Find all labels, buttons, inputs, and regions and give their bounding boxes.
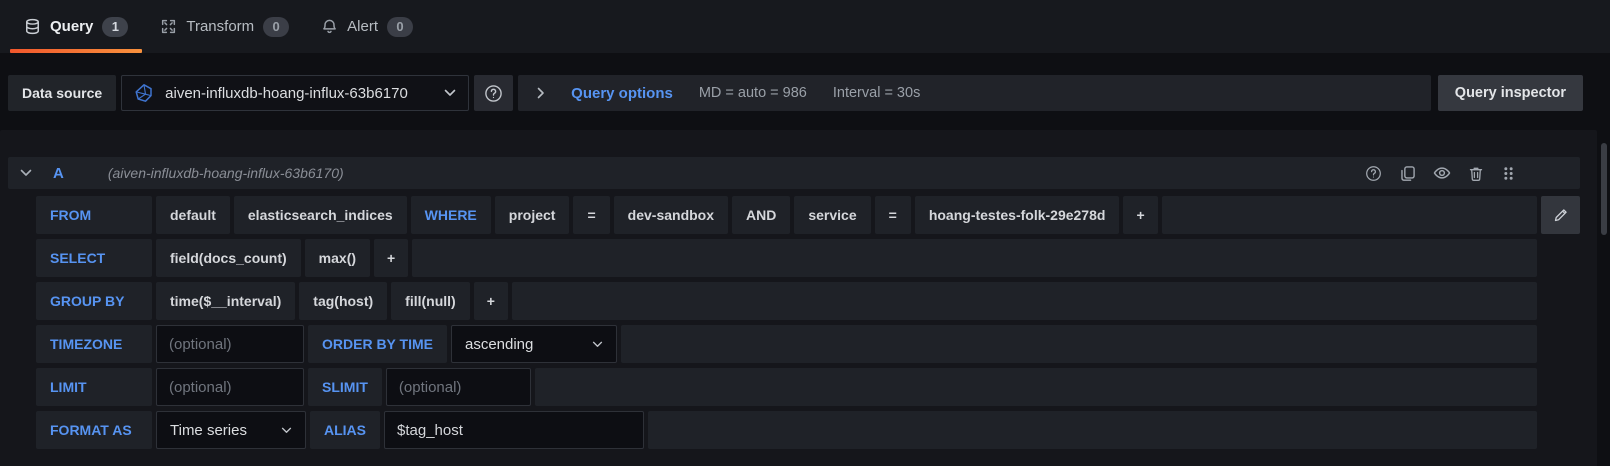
- alias-keyword: ALIAS: [310, 411, 380, 449]
- from-keyword[interactable]: FROM: [36, 196, 152, 234]
- grafana-panel-query-editor: Query 1 Transform 0 Alert: [0, 0, 1610, 111]
- limit-input[interactable]: [156, 368, 304, 406]
- where-tag-key-segment[interactable]: project: [495, 196, 570, 234]
- toggle-raw-query-button[interactable]: [1541, 196, 1580, 234]
- retention-policy-segment[interactable]: default: [156, 196, 230, 234]
- query-inspector-button[interactable]: Query inspector: [1438, 75, 1583, 111]
- row-filler: [621, 325, 1537, 363]
- alias-input[interactable]: [384, 411, 644, 449]
- group-by-fill-segment[interactable]: fill(null): [391, 282, 470, 320]
- add-group-by-button[interactable]: +: [474, 282, 508, 320]
- tab-transform-label: Transform: [186, 18, 254, 35]
- select-field-segment[interactable]: field(docs_count): [156, 239, 301, 277]
- row-filler: [512, 282, 1537, 320]
- query-options-bar[interactable]: Query options MD = auto = 986 Interval =…: [518, 75, 1431, 111]
- query-datasource-title: (aiven-influxdb-hoang-influx-63b6170): [108, 165, 344, 181]
- trash-icon[interactable]: [1468, 165, 1484, 182]
- where-tag-key-segment[interactable]: service: [794, 196, 870, 234]
- format-as-value: Time series: [170, 422, 247, 439]
- where-tag-value-segment[interactable]: dev-sandbox: [614, 196, 728, 234]
- collapse-chevron-down-icon: [20, 169, 32, 177]
- tab-alert-count-badge: 0: [387, 17, 413, 37]
- limit-row: LIMIT SLIMIT: [36, 368, 1580, 406]
- group-by-keyword[interactable]: GROUP BY: [36, 282, 152, 320]
- query-options-label: Query options: [571, 85, 673, 102]
- tab-query-count-badge: 1: [102, 17, 128, 37]
- where-tag-value-segment[interactable]: hoang-testes-folk-29e278d: [915, 196, 1120, 234]
- eye-icon[interactable]: [1433, 164, 1451, 182]
- timezone-row: TIMEZONE ORDER BY TIME ascending: [36, 325, 1580, 363]
- scrollbar-thumb[interactable]: [1601, 143, 1607, 235]
- format-as-keyword: FORMAT AS: [36, 411, 152, 449]
- group-by-tag-segment[interactable]: tag(host): [299, 282, 387, 320]
- timezone-input[interactable]: [156, 325, 304, 363]
- row-filler: [1162, 196, 1537, 234]
- datasource-value: aiven-influxdb-hoang-influx-63b6170: [165, 85, 408, 102]
- copy-icon[interactable]: [1399, 165, 1416, 182]
- format-as-select[interactable]: Time series: [156, 411, 306, 449]
- chevron-right-icon: [537, 87, 545, 99]
- slimit-keyword: SLIMIT: [308, 368, 382, 406]
- help-circle-icon[interactable]: [1365, 165, 1382, 182]
- database-icon: [24, 18, 41, 35]
- select-keyword[interactable]: SELECT: [36, 239, 152, 277]
- datasource-help-button[interactable]: [474, 75, 513, 111]
- datasource-label: Data source: [8, 75, 116, 111]
- influxdb-logo-icon: [134, 83, 154, 103]
- where-operator-segment[interactable]: =: [573, 196, 609, 234]
- editor-tabbar: Query 1 Transform 0 Alert: [0, 0, 1610, 53]
- chevron-down-icon: [281, 427, 292, 434]
- tab-alert-label: Alert: [347, 18, 378, 35]
- select-row: SELECT field(docs_count) max() +: [36, 239, 1580, 277]
- select-aggregation-segment[interactable]: max(): [305, 239, 370, 277]
- group-by-time-segment[interactable]: time($__interval): [156, 282, 295, 320]
- query-actions: [1365, 164, 1516, 182]
- pencil-icon: [1553, 207, 1569, 223]
- tab-query[interactable]: Query 1: [8, 0, 144, 53]
- influx-query-builder: FROM default elasticsearch_indices WHERE…: [8, 189, 1580, 449]
- slimit-input[interactable]: [386, 368, 531, 406]
- format-as-row: FORMAT AS Time series ALIAS: [36, 411, 1580, 449]
- query-ref-id: A: [53, 165, 64, 182]
- order-by-time-value: ascending: [465, 336, 533, 353]
- tab-alert[interactable]: Alert 0: [305, 0, 429, 53]
- help-circle-icon: [484, 84, 503, 103]
- where-keyword: WHERE: [411, 196, 491, 234]
- add-select-part-button[interactable]: +: [374, 239, 408, 277]
- where-operator-segment[interactable]: =: [875, 196, 911, 234]
- tab-transform[interactable]: Transform 0: [144, 0, 305, 53]
- bell-icon: [321, 18, 338, 35]
- row-filler: [648, 411, 1537, 449]
- limit-keyword: LIMIT: [36, 368, 152, 406]
- datasource-picker[interactable]: aiven-influxdb-hoang-influx-63b6170: [121, 75, 469, 111]
- order-by-time-select[interactable]: ascending: [451, 325, 617, 363]
- transform-icon: [160, 18, 177, 35]
- order-by-time-keyword: ORDER BY TIME: [308, 325, 447, 363]
- query-row-header[interactable]: A (aiven-influxdb-hoang-influx-63b6170): [8, 157, 1580, 189]
- group-by-row: GROUP BY time($__interval) tag(host) fil…: [36, 282, 1580, 320]
- row-filler: [412, 239, 1537, 277]
- tab-query-label: Query: [50, 18, 93, 35]
- chevron-down-icon: [444, 89, 456, 97]
- chevron-down-icon: [592, 341, 603, 348]
- measurement-segment[interactable]: elasticsearch_indices: [234, 196, 407, 234]
- tab-transform-count-badge: 0: [263, 17, 289, 37]
- row-filler: [535, 368, 1537, 406]
- interval-text: Interval = 30s: [833, 85, 920, 101]
- from-row: FROM default elasticsearch_indices WHERE…: [36, 196, 1580, 234]
- drag-handle-icon[interactable]: [1501, 165, 1516, 182]
- add-condition-button[interactable]: +: [1123, 196, 1157, 234]
- timezone-keyword: TIMEZONE: [36, 325, 152, 363]
- query-editor-panel: A (aiven-influxdb-hoang-influx-63b6170): [0, 130, 1597, 466]
- where-condition-operator-segment[interactable]: AND: [732, 196, 790, 234]
- query-toolbar: Data source aiven-influxdb-hoang-influx-…: [8, 75, 1583, 111]
- max-data-points-text: MD = auto = 986: [699, 85, 807, 101]
